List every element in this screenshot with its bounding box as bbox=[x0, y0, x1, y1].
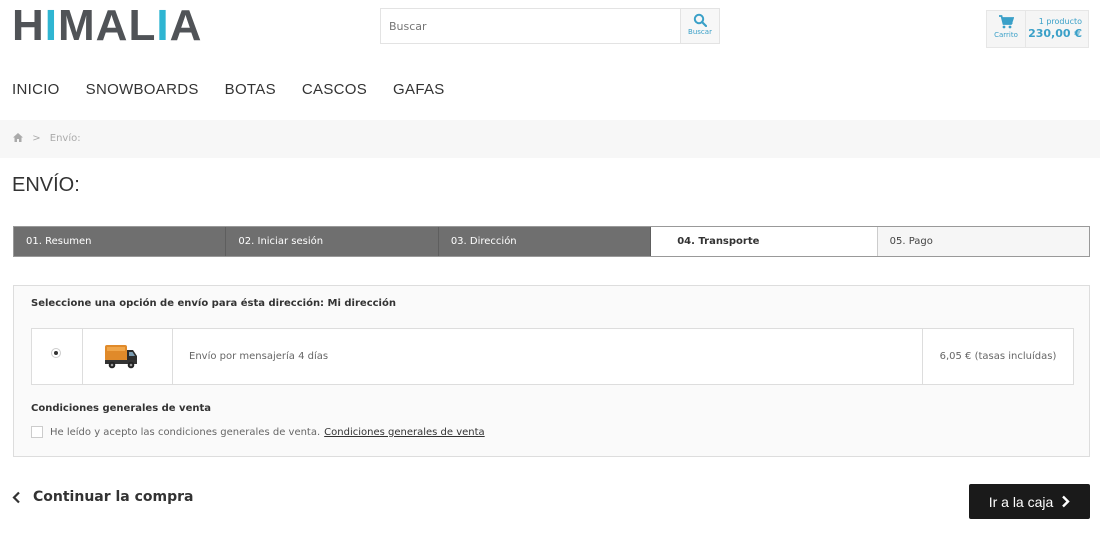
delivery-option-description: Envío por mensajería 4 días bbox=[189, 351, 329, 362]
nav-item-botas[interactable]: BOTAS bbox=[225, 80, 276, 100]
delivery-option[interactable]: Envío por mensajería 4 días 6,05 € (tasa… bbox=[31, 328, 1074, 385]
checkout-button[interactable]: Ir a la caja bbox=[969, 484, 1090, 519]
breadcrumb-current: Envío: bbox=[49, 133, 81, 144]
nav-item-gafas[interactable]: GAFAS bbox=[393, 80, 445, 100]
search-bar: Buscar bbox=[380, 8, 720, 44]
cart-widget[interactable]: Carrito 1 producto 230,00 € bbox=[986, 10, 1089, 48]
chevron-right-icon bbox=[1062, 495, 1070, 508]
main-nav: INICIO SNOWBOARDS BOTAS CASCOS GAFAS bbox=[12, 80, 471, 100]
delivery-option-radio-cell[interactable] bbox=[32, 329, 83, 384]
cart-label: Carrito bbox=[994, 31, 1018, 39]
chevron-left-icon bbox=[12, 491, 20, 503]
step-iniciar-sesion[interactable]: 02. Iniciar sesión bbox=[226, 227, 439, 256]
breadcrumb: > Envío: bbox=[0, 120, 1100, 158]
nav-item-cascos[interactable]: CASCOS bbox=[302, 80, 367, 100]
step-resumen[interactable]: 01. Resumen bbox=[14, 227, 227, 256]
checkout-steps: 01. Resumen 02. Iniciar sesión 03. Direc… bbox=[13, 226, 1090, 257]
continue-shopping-link[interactable]: Continuar la compra bbox=[12, 489, 194, 505]
terms-checkbox[interactable] bbox=[31, 426, 43, 438]
delivery-option-image-cell bbox=[83, 329, 173, 384]
cart-icon bbox=[999, 15, 1014, 29]
cart-count: 1 producto bbox=[1038, 17, 1082, 26]
continue-shopping-label: Continuar la compra bbox=[33, 489, 194, 505]
search-input[interactable] bbox=[381, 9, 683, 43]
step-direccion[interactable]: 03. Dirección bbox=[438, 227, 652, 256]
home-icon[interactable] bbox=[13, 133, 23, 142]
cart-summary: 1 producto 230,00 € bbox=[1026, 11, 1088, 47]
terms-row: He leído y acepto las condiciones genera… bbox=[31, 426, 485, 438]
truck-icon bbox=[105, 345, 137, 369]
terms-text: He leído y acepto las condiciones genera… bbox=[50, 426, 321, 438]
cart-button[interactable]: Carrito bbox=[987, 11, 1026, 47]
delivery-options: Seleccione una opción de envío para ésta… bbox=[13, 285, 1090, 457]
search-icon bbox=[693, 13, 707, 27]
delivery-option-radio[interactable] bbox=[51, 348, 61, 358]
logo[interactable]: HIMALIA bbox=[12, 4, 202, 48]
nav-item-snowboards[interactable]: SNOWBOARDS bbox=[86, 80, 199, 100]
nav-item-inicio[interactable]: INICIO bbox=[12, 80, 60, 100]
search-button[interactable]: Buscar bbox=[680, 9, 719, 43]
checkout-button-label: Ir a la caja bbox=[988, 493, 1054, 510]
terms-title: Condiciones generales de venta bbox=[31, 403, 212, 414]
delivery-option-price: 6,05 € (tasas incluídas) bbox=[922, 329, 1073, 384]
delivery-title: Seleccione una opción de envío para ésta… bbox=[31, 298, 396, 309]
search-button-label: Buscar bbox=[688, 28, 712, 36]
step-pago: 05. Pago bbox=[877, 227, 1090, 256]
cart-total: 230,00 € bbox=[1028, 27, 1082, 40]
page-title: ENVÍO: bbox=[12, 174, 80, 196]
step-transporte: 04. Transporte bbox=[651, 227, 878, 256]
terms-link[interactable]: Condiciones generales de venta bbox=[324, 427, 485, 438]
breadcrumb-separator: > bbox=[32, 133, 41, 144]
